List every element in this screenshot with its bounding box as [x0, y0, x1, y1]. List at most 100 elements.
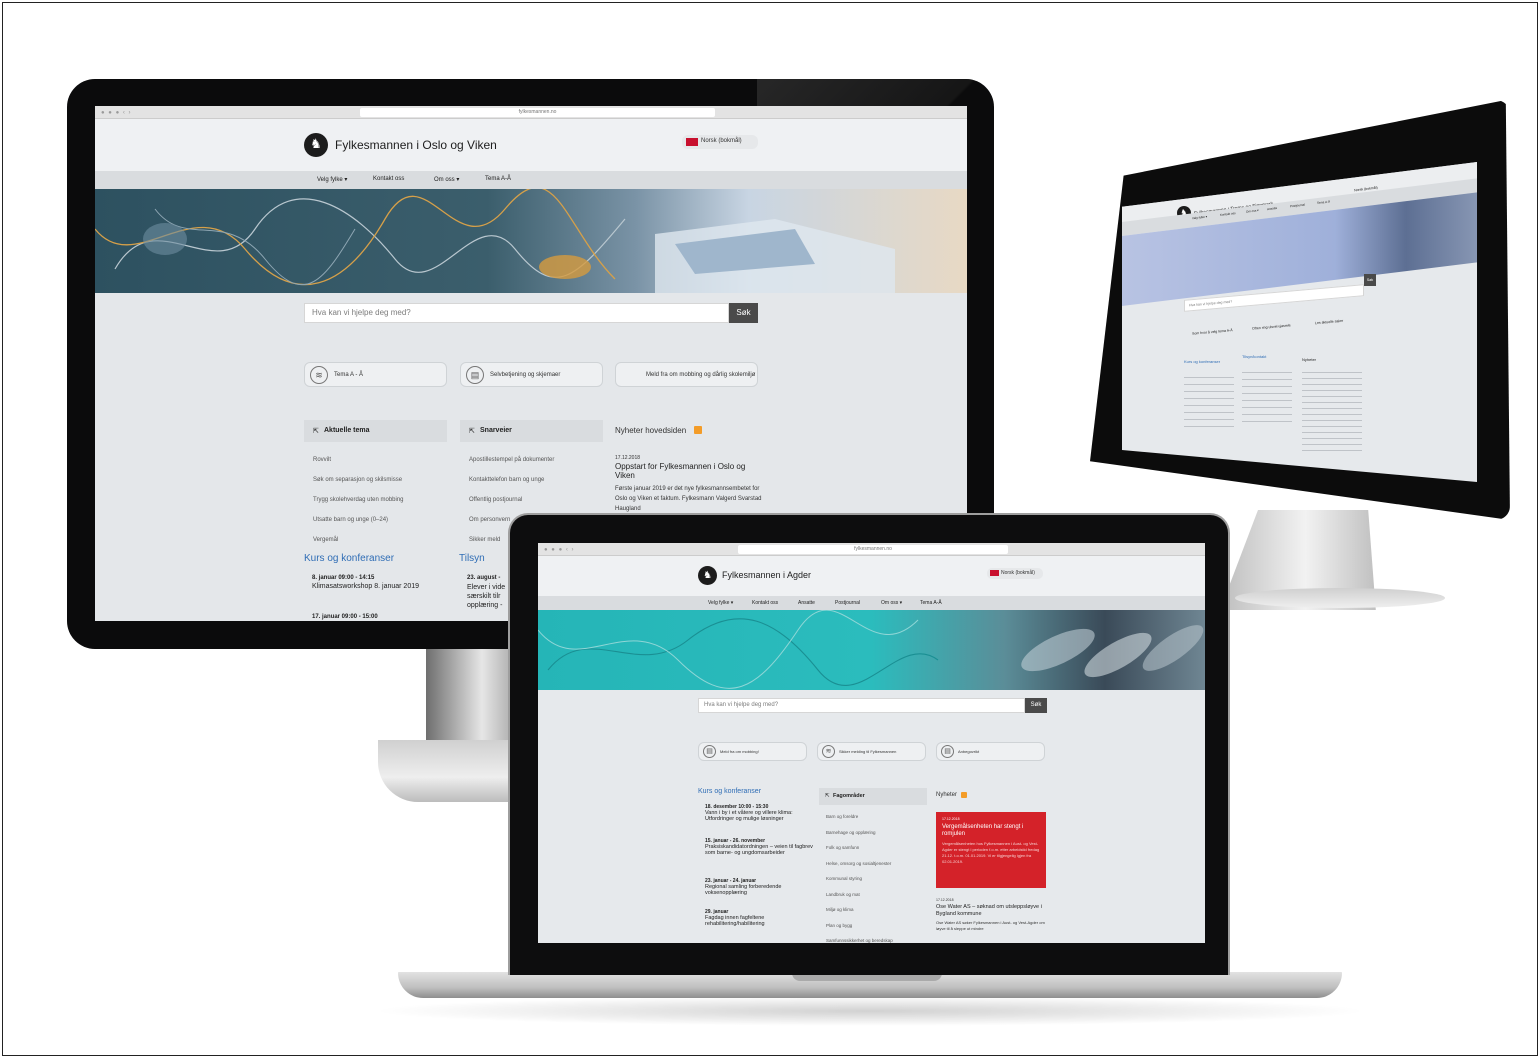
event-title[interactable]: Vann i by i et våtere og villere klima: …: [705, 810, 815, 838]
nav-om-oss[interactable]: Om oss ▾: [1246, 208, 1259, 214]
language-selector[interactable]: Norsk (bokmål): [682, 135, 758, 149]
nav-tema-a-a[interactable]: Tema A-Å: [485, 176, 511, 182]
site-title[interactable]: Fylkesmannen i Agder: [722, 570, 811, 580]
quick-link-ofren[interactable]: Ofren ring ulsvel ujasrele: [1252, 323, 1291, 330]
list-item[interactable]: Søk om separasjon og skilsmisse: [313, 470, 404, 490]
form-icon: ▤: [466, 366, 484, 384]
search-button[interactable]: Søk: [1364, 274, 1376, 286]
list-item[interactable]: Landbruk og mat: [826, 887, 893, 903]
laptop-shadow: [370, 996, 1370, 1026]
quick-link-sikker-melding[interactable]: ≋ Sikker melding til Fylkesmannen: [817, 742, 926, 761]
list-item[interactable]: Folk og samfunn: [826, 840, 893, 856]
nav-velg-fylke[interactable]: Velg fylke ▾: [708, 600, 733, 606]
kurs-title[interactable]: Kurs og konferanser: [1184, 359, 1220, 364]
window-controls[interactable]: ● ● ● ‹ ›: [101, 110, 132, 116]
snarveier-title: Snarveier: [480, 427, 512, 434]
quick-link-label: Meld fra om mobbing!: [720, 749, 759, 754]
nyheter-title[interactable]: Nyheter hovedsiden: [615, 426, 686, 435]
event-title[interactable]: Regional samling forberedende voksenoppl…: [705, 884, 815, 909]
rss-icon[interactable]: [694, 426, 702, 434]
side-monitor: ♞ Fylkesmannen i Troms og Finnmark Norsk…: [1090, 100, 1510, 520]
laptop-lid: ● ● ● ‹ › fylkesmannen.no ♞ Fylkesmannen…: [508, 513, 1230, 975]
layers-icon: ≋: [822, 745, 835, 758]
tilsyn-title[interactable]: Tilsyn: [459, 553, 485, 564]
external-link-icon: ⇱: [313, 428, 319, 435]
nav-om-oss[interactable]: Om oss ▾: [881, 600, 902, 606]
list-item[interactable]: Helse, omsorg og sosialtjenester: [826, 856, 893, 872]
quick-link-mobbing[interactable]: Meld fra om mobbing og dårlig skolemiljø: [615, 362, 758, 387]
tilsyn-title[interactable]: Tilsyn/kontakt: [1242, 354, 1266, 359]
search-input[interactable]: Hva kan vi hjelpe deg med?: [698, 698, 1025, 713]
news-body: Første januar 2019 er det nye fylkesmann…: [615, 486, 762, 512]
nyheter-title[interactable]: Nyheter: [936, 792, 957, 798]
event-date: 8. januar 09:00 - 14:15: [312, 575, 375, 581]
list-item[interactable]: Plan og bygg: [826, 918, 893, 934]
event-title[interactable]: Klimasatsworkshop 8. januar 2019: [312, 583, 419, 590]
window-controls[interactable]: ● ● ● ‹ ›: [544, 547, 575, 553]
list-item[interactable]: Offentlig postjournal: [469, 490, 554, 510]
browser-toolbar: ● ● ● ‹ › fylkesmannen.no: [538, 543, 1205, 556]
language-label: Norsk (bokmål): [701, 138, 742, 144]
quick-link-tema[interactable]: Som hvor å velg tema A-Å: [1192, 328, 1233, 336]
list-item[interactable]: Apostillestempel på dokumenter: [469, 450, 554, 470]
snarveier-header: ⇱ Snarveier: [460, 420, 603, 442]
address-bar[interactable]: fylkesmannen.no: [738, 545, 1008, 554]
nav-postjournal[interactable]: Postjournal: [1290, 203, 1305, 209]
kurs-title[interactable]: Kurs og konferanser: [304, 553, 394, 564]
right-monitor-foot: [1235, 588, 1445, 608]
search-button[interactable]: Søk: [729, 303, 758, 323]
quick-link-tema[interactable]: ≋ Tema A - Å: [304, 362, 447, 387]
nav-kontakt-oss[interactable]: Kontakt oss: [1220, 211, 1236, 217]
search-input[interactable]: Hva kan vi hjelpe deg med?: [304, 303, 729, 323]
nav-kontakt-oss[interactable]: Kontakt oss: [752, 600, 778, 606]
hero-banner: [95, 189, 967, 293]
tilsyn-text[interactable]: Elever i vide særskilt tilr opplæring -: [467, 583, 507, 610]
news-date: 17.12.2018: [936, 898, 954, 902]
event-date: 17. januar 09:00 - 15:00: [312, 614, 378, 620]
hero-pattern-graphic: [538, 610, 1204, 689]
kurs-title[interactable]: Kurs og konferanser: [698, 788, 761, 795]
nav-tema-a-a[interactable]: Tema A-Å: [920, 600, 942, 606]
list-item[interactable]: Barn og foreldre: [826, 809, 893, 825]
alert-body: Vergemålsenheten hos Fylkesmannen i Aust…: [942, 841, 1040, 864]
screen-agder: ● ● ● ‹ › fylkesmannen.no ♞ Fylkesmannen…: [538, 543, 1205, 943]
nav-ansatte[interactable]: Ansatte: [798, 600, 815, 606]
external-link-icon: ⇱: [469, 428, 475, 435]
site-title[interactable]: Fylkesmannen i Oslo og Viken: [335, 138, 497, 152]
quick-link-aktuelle[interactable]: Les aktuelle saker: [1315, 319, 1343, 325]
list-item[interactable]: Vergemål: [313, 530, 404, 550]
nav-postjournal[interactable]: Postjournal: [835, 600, 860, 606]
list-item[interactable]: Kommunal styring: [826, 871, 893, 887]
alert-news-card[interactable]: 17.12.2018 Vergemålsenheten har stengt i…: [936, 812, 1046, 888]
list-item[interactable]: Utsatte barn og unge (0–24): [313, 510, 404, 530]
list-item[interactable]: Trygg skolehverdag uten mobbing: [313, 490, 404, 510]
nav-ansatte[interactable]: Ansatte: [1267, 206, 1277, 211]
screen-troms-finnmark: ♞ Fylkesmannen i Troms og Finnmark Norsk…: [1122, 162, 1477, 482]
news-headline[interactable]: Ose Water AS – søknad om utsleppsløyve i…: [936, 904, 1046, 917]
nav-kontakt-oss[interactable]: Kontakt oss: [373, 176, 404, 182]
list-item[interactable]: Miljø og klima: [826, 902, 893, 918]
quick-link-label: Selvbetjening og skjemaer: [490, 372, 561, 378]
search-button[interactable]: Søk: [1025, 698, 1047, 713]
nav-tema-a-a[interactable]: Tema A-Å: [1317, 199, 1330, 205]
quick-link-mobbing[interactable]: ▤ Meld fra om mobbing!: [698, 742, 807, 761]
list-item[interactable]: Samfunnssikkerhet og beredskap: [826, 933, 893, 943]
rss-icon[interactable]: [961, 792, 967, 798]
nav-velg-fylke[interactable]: Velg fylke ▾: [317, 176, 347, 183]
address-bar[interactable]: fylkesmannen.no: [360, 108, 715, 117]
event-title[interactable]: Fagdag innen fagfeltene rehabilitering/h…: [705, 915, 815, 927]
list-item[interactable]: Rovvilt: [313, 450, 404, 470]
news-headline[interactable]: Oppstart for Fylkesmannen i Oslo og Vike…: [615, 462, 765, 480]
quick-link-anbegovrikt[interactable]: ▤ Anbegovrikt: [936, 742, 1045, 761]
nav-velg-fylke[interactable]: Velg fylke ▾: [1192, 215, 1207, 221]
language-selector[interactable]: Norsk (bokmål): [987, 568, 1043, 579]
event-title[interactable]: Praksiskandidatordningen – veien til fag…: [705, 844, 815, 878]
nyheter-title[interactable]: Nyheter: [1302, 357, 1316, 362]
list-item[interactable]: Kontakttelefon barn og unge: [469, 470, 554, 490]
quick-link-selvbetjening[interactable]: ▤ Selvbetjening og skjemaer: [460, 362, 603, 387]
nav-om-oss[interactable]: Om oss ▾: [434, 176, 459, 183]
coat-of-arms-icon[interactable]: ♞: [698, 566, 717, 585]
list-item[interactable]: Barnehage og opplæring: [826, 825, 893, 841]
alert-title[interactable]: Vergemålsenheten har stengt i romjulen: [942, 824, 1040, 838]
coat-of-arms-icon[interactable]: ♞: [304, 133, 328, 157]
